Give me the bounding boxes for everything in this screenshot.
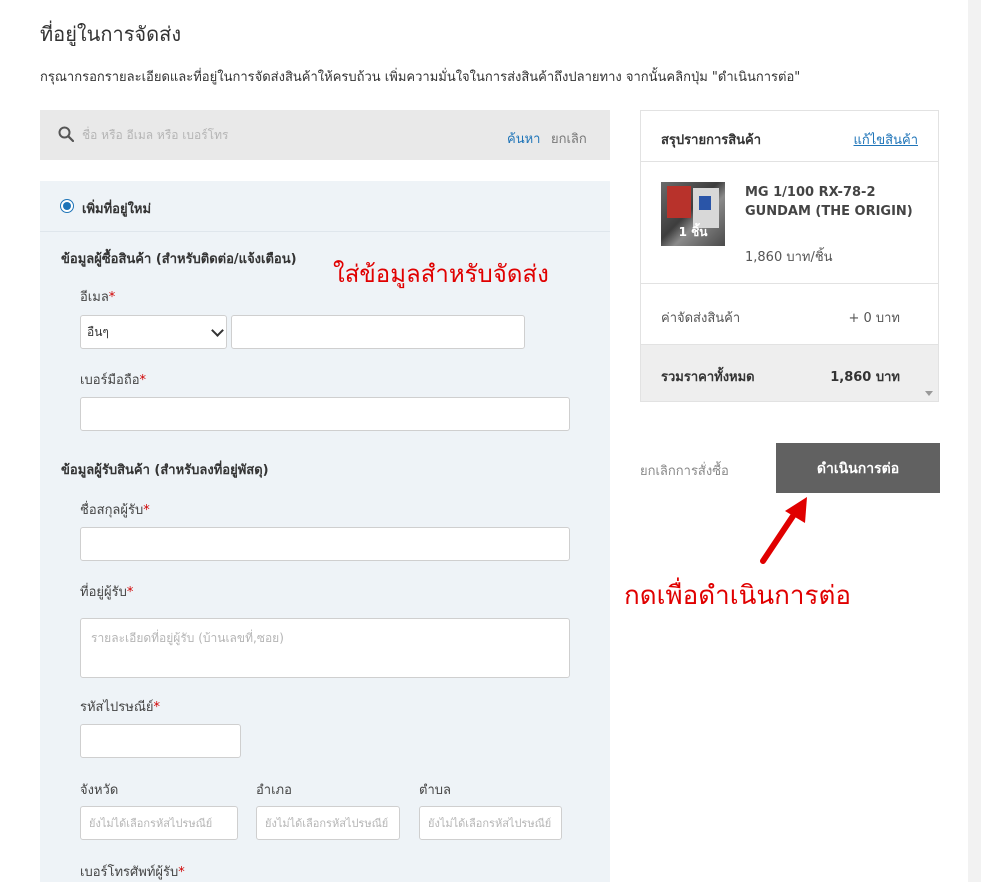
address-search-input[interactable] [82, 124, 442, 146]
search-cancel-button[interactable]: ยกเลิก [551, 128, 587, 149]
annotation-press-continue: กดเพื่อดำเนินการต่อ [624, 581, 851, 611]
postcode-label: รหัสไปรษณีย์* [80, 700, 161, 715]
recipient-address-label: ที่อยู่ผู้รับ* [80, 585, 134, 600]
recipient-name-input[interactable] [80, 527, 570, 561]
recipient-address-textarea[interactable] [80, 618, 570, 678]
district-input[interactable] [256, 806, 400, 840]
product-unit-price: 1,860 บาท/ชิ้น [745, 250, 833, 265]
order-summary: สรุปรายการสินค้า แก้ไขสินค้า 1 ชิ้น MG 1… [640, 110, 939, 402]
product-image: 1 ชิ้น [661, 182, 725, 246]
subdistrict-label: ตำบล [419, 783, 451, 798]
email-label: อีเมล* [80, 290, 116, 305]
summary-divider [641, 283, 938, 284]
mobile-input[interactable] [80, 397, 570, 431]
annotation-arrow-icon [760, 497, 807, 564]
shipping-cost-label: ค่าจัดส่งสินค้า [661, 311, 741, 326]
province-input[interactable] [80, 806, 238, 840]
mobile-label: เบอร์มือถือ* [80, 373, 147, 388]
buyer-section-heading: ข้อมูลผู้ซื้อสินค้า (สำหรับติดต่อ/แจ้งเต… [61, 252, 297, 267]
edit-products-link[interactable]: แก้ไขสินค้า [854, 129, 919, 150]
new-address-option[interactable]: เพิ่มที่อยู่ใหม่ [40, 181, 610, 232]
page-title: ที่อยู่ในการจัดส่ง [40, 22, 182, 46]
email-type-select[interactable]: อื่นๆ [80, 315, 227, 349]
shipping-cost-value: + 0 บาท [848, 311, 900, 326]
search-icon [58, 126, 74, 142]
summary-title: สรุปรายการสินค้า [661, 133, 762, 148]
scroll-down-icon[interactable] [925, 391, 933, 396]
recipient-name-label: ชื่อสกุลผู้รับ* [80, 503, 150, 518]
total-value: 1,860 บาท [830, 370, 900, 385]
product-quantity-badge: 1 ชิ้น [678, 225, 708, 239]
checkout-page: ที่อยู่ในการจัดส่ง กรุณากรอกรายละเอียดแล… [0, 0, 968, 882]
summary-header: สรุปรายการสินค้า แก้ไขสินค้า [641, 111, 938, 162]
address-search-bar: ค้นหา ยกเลิก [40, 110, 610, 160]
subdistrict-input[interactable] [419, 806, 562, 840]
email-input[interactable] [231, 315, 525, 349]
total-row: รวมราคาทั้งหมด 1,860 บาท [641, 345, 938, 401]
proceed-button[interactable]: ดำเนินการต่อ [776, 443, 940, 493]
recipient-phone-label: เบอร์โทรศัพท์ผู้รับ* [80, 865, 185, 880]
province-label: จังหวัด [80, 783, 119, 798]
cancel-order-link[interactable]: ยกเลิกการสั่งซื้อ [640, 460, 729, 481]
product-name: MG 1/100 RX-78-2 GUNDAM (THE ORIGIN) [745, 185, 913, 219]
new-address-radio[interactable] [60, 199, 74, 213]
annotation-fill-shipping: ใส่ข้อมูลสำหรับจัดส่ง [333, 260, 549, 288]
recipient-section-heading: ข้อมูลผู้รับสินค้า (สำหรับลงที่อยู่พัสดุ… [61, 463, 269, 478]
postcode-input[interactable] [80, 724, 241, 758]
district-label: อำเภอ [256, 783, 292, 798]
new-address-label: เพิ่มที่อยู่ใหม่ [82, 202, 152, 217]
total-label: รวมราคาทั้งหมด [661, 370, 755, 385]
search-button[interactable]: ค้นหา [507, 128, 540, 149]
page-subtitle: กรุณากรอกรายละเอียดและที่อยู่ในการจัดส่ง… [40, 70, 801, 85]
